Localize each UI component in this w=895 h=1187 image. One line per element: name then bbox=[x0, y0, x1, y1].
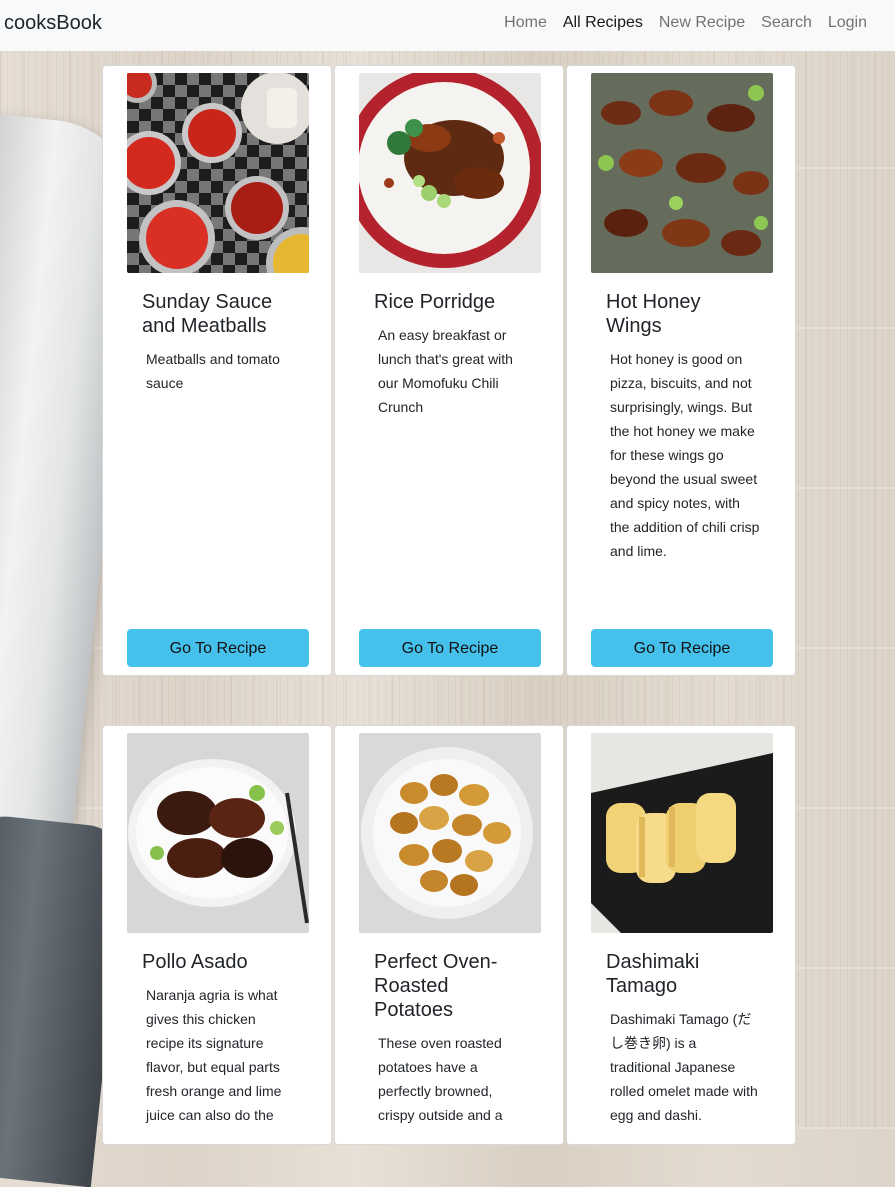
nav-search[interactable]: Search bbox=[761, 14, 812, 32]
go-to-recipe-button[interactable]: Go To Recipe bbox=[591, 629, 773, 667]
recipe-description: Hot honey is good on pizza, biscuits, an… bbox=[610, 351, 760, 559]
recipe-description: An easy breakfast or lunch that's great … bbox=[378, 327, 513, 415]
recipe-card: Rice Porridge An easy breakfast or lunch… bbox=[334, 65, 564, 676]
recipe-image bbox=[359, 73, 541, 273]
recipe-card: Hot Honey Wings Hot honey is good on piz… bbox=[566, 65, 796, 676]
nav-links: Home All Recipes New Recipe Search Login bbox=[504, 14, 867, 32]
recipe-card: Perfect Oven-Roasted Potatoes These oven… bbox=[334, 725, 564, 1145]
recipe-image bbox=[591, 733, 773, 933]
recipe-description: Naranja agria is what gives this chicken… bbox=[146, 987, 282, 1123]
recipe-title: Sunday Sauce and Meatballs bbox=[142, 291, 273, 337]
recipe-image bbox=[591, 73, 773, 273]
recipe-image bbox=[127, 733, 309, 933]
recipe-description: Meatballs and tomato sauce bbox=[146, 351, 280, 391]
nav-home[interactable]: Home bbox=[504, 14, 547, 32]
recipe-title: Perfect Oven-Roasted Potatoes bbox=[374, 951, 498, 1021]
go-to-recipe-button[interactable]: Go To Recipe bbox=[127, 629, 309, 667]
nav-login[interactable]: Login bbox=[828, 14, 867, 32]
recipe-image bbox=[127, 73, 309, 273]
nav-new-recipe[interactable]: New Recipe bbox=[659, 14, 745, 32]
recipe-title: Rice Porridge bbox=[374, 291, 496, 313]
go-to-recipe-button[interactable]: Go To Recipe bbox=[359, 629, 541, 667]
recipe-title: Pollo Asado bbox=[142, 951, 248, 973]
recipe-image bbox=[359, 733, 541, 933]
recipe-title: Hot Honey Wings bbox=[606, 291, 701, 337]
recipe-card: Dashimaki Tamago Dashimaki Tamago (だし巻き卵… bbox=[566, 725, 796, 1145]
recipe-description: These oven roasted potatoes have a perfe… bbox=[378, 1035, 503, 1123]
recipe-card: Sunday Sauce and Meatballs Meatballs and… bbox=[102, 65, 332, 676]
recipe-title: Dashimaki Tamago bbox=[606, 951, 700, 997]
recipe-description: Dashimaki Tamago (だし巻き卵) is a traditiona… bbox=[610, 1011, 758, 1123]
nav-all-recipes[interactable]: All Recipes bbox=[563, 14, 643, 32]
brand-link[interactable]: cooksBook bbox=[4, 12, 102, 35]
recipe-card: Pollo Asado Naranja agria is what gives … bbox=[102, 725, 332, 1145]
navbar: cooksBook Home All Recipes New Recipe Se… bbox=[0, 0, 895, 51]
